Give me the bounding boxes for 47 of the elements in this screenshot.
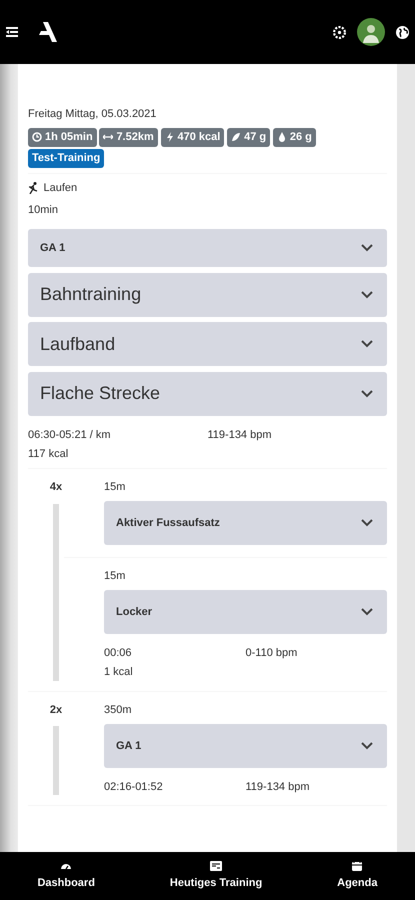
distance-text: 15m bbox=[104, 569, 126, 584]
accordion-header[interactable]: GA 1 bbox=[104, 724, 387, 768]
accordion-header[interactable]: Locker bbox=[104, 590, 387, 634]
chevron-icon bbox=[361, 742, 373, 750]
nav-item[interactable]: Heutiges Training bbox=[170, 860, 262, 892]
menu-icon[interactable] bbox=[6, 27, 18, 37]
accordion-header[interactable]: Flache Strecke bbox=[28, 372, 387, 416]
tag-badge: Test-Training bbox=[28, 149, 104, 168]
runner-icon bbox=[28, 182, 38, 194]
accordion-header[interactable]: GA 1 bbox=[28, 229, 387, 268]
pace-text: 00:06 bbox=[104, 647, 132, 659]
list-icon bbox=[210, 860, 222, 872]
pace-text: 06:30-05:21 / km bbox=[28, 428, 111, 441]
chevron-icon bbox=[361, 608, 373, 616]
globe-icon[interactable] bbox=[396, 26, 409, 38]
date-text: Freitag Mittag, 05.03.2021 bbox=[28, 107, 158, 122]
stat-badge: 26 g bbox=[272, 128, 316, 146]
calendar-icon bbox=[351, 860, 364, 872]
duration-text: 10min bbox=[28, 202, 59, 218]
chevron-icon bbox=[361, 390, 373, 398]
stat-badge: 1h 05min bbox=[28, 128, 97, 146]
calories-text: 117 kcal bbox=[28, 448, 68, 460]
stat-badge: 7.52km bbox=[99, 128, 158, 146]
heart-rate-text: 0-110 bpm bbox=[246, 647, 298, 659]
accordion-header[interactable]: Laufband bbox=[28, 322, 387, 366]
accordion-header[interactable]: Bahntraining bbox=[28, 272, 387, 317]
repeat-count: 2x bbox=[50, 702, 62, 718]
stat-badge: 47 g bbox=[227, 128, 270, 146]
heart-rate-text: 119-134 bpm bbox=[246, 780, 310, 793]
chevron-icon bbox=[361, 290, 373, 299]
heart-rate-text: 119-134 bpm bbox=[208, 428, 272, 441]
pace-text: 02:16-01:52 bbox=[104, 780, 163, 793]
calories-text: 1 kcal bbox=[104, 666, 133, 678]
nav-item[interactable]: Dashboard bbox=[37, 860, 95, 892]
nav-item[interactable]: Agenda bbox=[337, 860, 378, 892]
avatar-icon[interactable] bbox=[357, 18, 385, 46]
settings-icon[interactable] bbox=[333, 26, 346, 38]
repeat-bar bbox=[53, 726, 59, 796]
accordion-header[interactable]: Aktiver Fussaufsatz bbox=[104, 501, 387, 545]
sport-label: Laufen bbox=[44, 180, 78, 196]
distance-text: 15m bbox=[104, 480, 126, 495]
chevron-icon bbox=[361, 244, 373, 252]
repeat-count: 4x bbox=[50, 480, 62, 495]
distance-text: 350m bbox=[104, 702, 133, 718]
chevron-icon bbox=[361, 519, 373, 527]
stat-badge: 470 kcal bbox=[160, 128, 224, 146]
chevron-icon bbox=[361, 340, 373, 348]
